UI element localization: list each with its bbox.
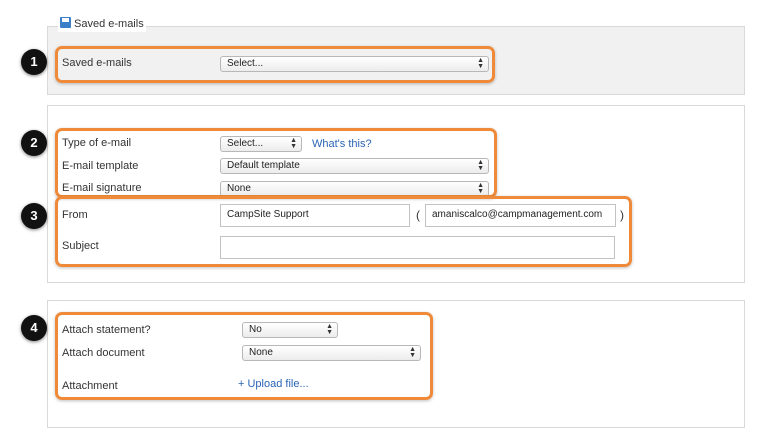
highlight-box-1 bbox=[55, 46, 495, 83]
step-marker-4: 4 bbox=[21, 315, 47, 341]
step-marker-2: 2 bbox=[21, 130, 47, 156]
save-icon bbox=[60, 17, 71, 28]
highlight-box-4 bbox=[55, 312, 433, 400]
step-marker-1: 1 bbox=[21, 49, 47, 75]
highlight-box-2 bbox=[55, 128, 497, 198]
saved-emails-legend: Saved e-mails bbox=[58, 16, 146, 32]
highlight-box-3 bbox=[55, 196, 632, 267]
step-marker-3: 3 bbox=[21, 203, 47, 229]
